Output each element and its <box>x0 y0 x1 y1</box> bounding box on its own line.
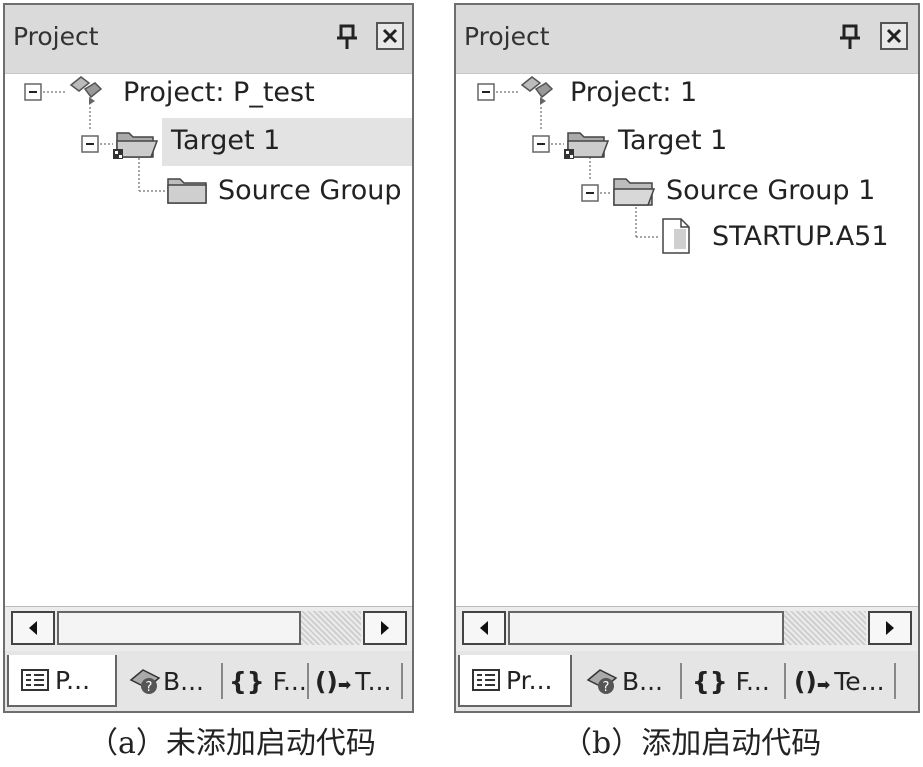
arrow-right-icon <box>381 621 389 635</box>
project-tree: Project: 1 Target 1 Source Group 1 START… <box>456 73 918 603</box>
tree-node-target[interactable]: Target 1 <box>171 125 280 156</box>
panel-title: Project <box>464 22 550 51</box>
tab-label: B... <box>622 666 663 696</box>
tab-label: Pr... <box>506 665 553 695</box>
tab-templates[interactable]: ()➡ Te... <box>792 655 892 707</box>
project-icon <box>520 76 554 105</box>
scroll-left-button[interactable] <box>462 611 506 645</box>
collapse-box-root <box>24 83 42 101</box>
collapse-box-target <box>532 135 550 153</box>
tree-node-source-group[interactable]: Source Group 1 <box>666 175 875 206</box>
svg-text:?: ? <box>146 680 153 695</box>
scroll-thumb[interactable] <box>508 611 784 645</box>
scroll-thumb[interactable] <box>57 611 301 645</box>
panel-tab-bar: Pr... ? B... {} F... ()➡ Te... <box>456 651 918 711</box>
tab-books[interactable]: ? B... <box>580 655 678 707</box>
tree-node-target[interactable]: Target 1 <box>618 125 727 156</box>
panel-title-bar: Project <box>5 5 412 74</box>
tab-project[interactable]: Pr... <box>458 655 572 707</box>
collapse-box-group <box>581 184 599 202</box>
caption-b: （b）添加启动代码 <box>562 726 822 761</box>
tab-separator <box>784 663 786 699</box>
pin-icon[interactable] <box>335 24 359 50</box>
collapse-box-target <box>81 135 99 153</box>
collapse-box-root <box>477 83 495 101</box>
tab-separator <box>221 663 223 699</box>
tab-label: F... <box>272 666 307 696</box>
books-tab-icon: ? <box>586 669 618 695</box>
panel-tab-bar: P... ? B... {} F... ()➡ T... <box>5 651 412 711</box>
folder-icon <box>613 178 656 206</box>
tab-templates[interactable]: ()➡ T... <box>313 655 403 707</box>
tab-separator <box>894 663 896 699</box>
tab-functions[interactable]: {} F... <box>227 655 307 707</box>
tab-books[interactable]: ? B... <box>125 655 217 707</box>
scroll-left-button[interactable] <box>11 611 55 645</box>
tab-label: T... <box>355 666 392 696</box>
folder-icon <box>167 178 207 204</box>
project-tab-icon <box>21 669 49 691</box>
scroll-track[interactable] <box>301 611 361 645</box>
tab-separator <box>680 663 682 699</box>
tab-project[interactable]: P... <box>7 655 117 707</box>
tree-node-file[interactable]: STARTUP.A51 <box>712 221 889 252</box>
target-folder-icon <box>113 132 159 159</box>
project-icon <box>69 76 103 105</box>
file-icon <box>662 218 690 254</box>
panel-title-bar: Project <box>456 5 918 74</box>
tab-label: B... <box>163 666 204 696</box>
close-button[interactable] <box>376 22 404 50</box>
project-tab-icon <box>472 669 500 691</box>
books-tab-icon: ? <box>129 669 161 695</box>
close-icon <box>382 28 398 44</box>
horizontal-scrollbar[interactable] <box>456 606 918 652</box>
pin-icon[interactable] <box>838 24 862 50</box>
scroll-track[interactable] <box>784 611 866 645</box>
close-button[interactable] <box>880 22 908 50</box>
tab-separator <box>401 663 403 699</box>
tab-label: F... <box>735 666 770 696</box>
templates-tab-icon: ()➡ <box>794 666 831 696</box>
arrow-right-icon <box>886 621 894 635</box>
project-tree: Project: P_test Target 1 Source Group 1 <box>5 73 412 603</box>
svg-text:?: ? <box>603 680 610 695</box>
functions-tab-icon: {} <box>692 666 728 696</box>
tree-node-project[interactable]: Project: P_test <box>123 77 315 108</box>
tree-node-source-group[interactable]: Source Group 1 <box>218 175 412 206</box>
tab-functions[interactable]: {} F... <box>690 655 780 707</box>
scroll-right-button[interactable] <box>363 611 407 645</box>
tab-label: P... <box>55 665 91 695</box>
tab-label: Te... <box>834 666 885 696</box>
scroll-right-button[interactable] <box>868 611 912 645</box>
caption-a: （a）未添加启动代码 <box>88 726 376 761</box>
tree-node-project[interactable]: Project: 1 <box>570 77 697 108</box>
templates-tab-icon: ()➡ <box>315 666 352 696</box>
tab-separator <box>307 663 309 699</box>
functions-tab-icon: {} <box>229 666 265 696</box>
horizontal-scrollbar[interactable] <box>5 606 412 652</box>
close-icon <box>886 28 902 44</box>
project-panel-a: Project Project: P_test Target 1 Source … <box>3 3 414 713</box>
project-panel-b: Project Project: 1 Target 1 Source Group… <box>454 3 920 713</box>
arrow-left-icon <box>480 621 488 635</box>
panel-title: Project <box>13 22 99 51</box>
target-folder-icon <box>564 132 610 159</box>
arrow-left-icon <box>29 621 37 635</box>
